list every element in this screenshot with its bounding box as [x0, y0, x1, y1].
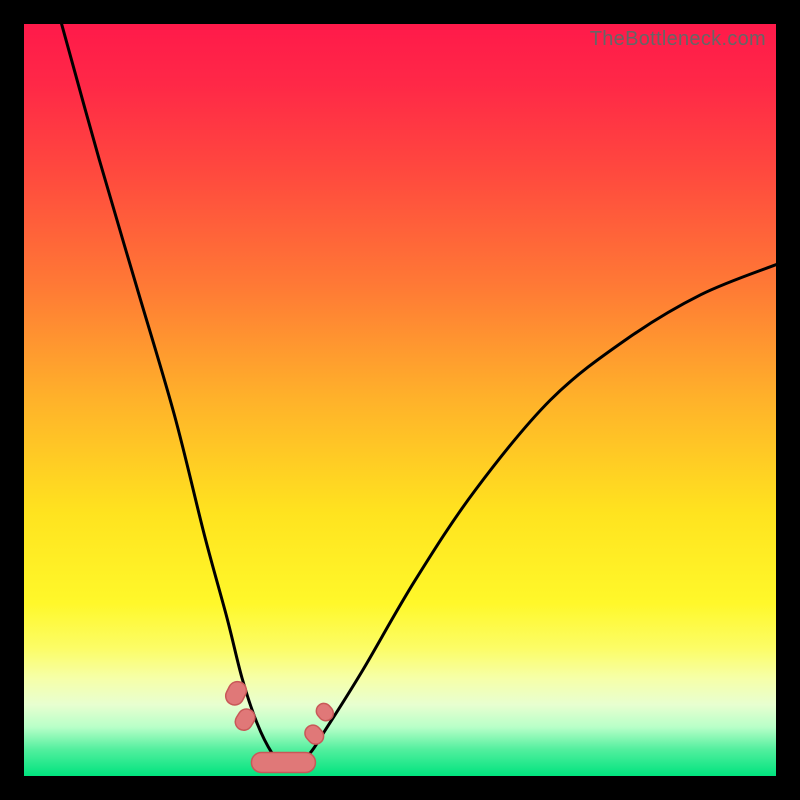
chart-gradient-background	[24, 24, 776, 776]
chart-frame: TheBottleneck.com	[24, 24, 776, 776]
watermark-text: TheBottleneck.com	[590, 28, 766, 51]
bottleneck-chart	[24, 24, 776, 776]
floor-blob	[251, 752, 315, 772]
